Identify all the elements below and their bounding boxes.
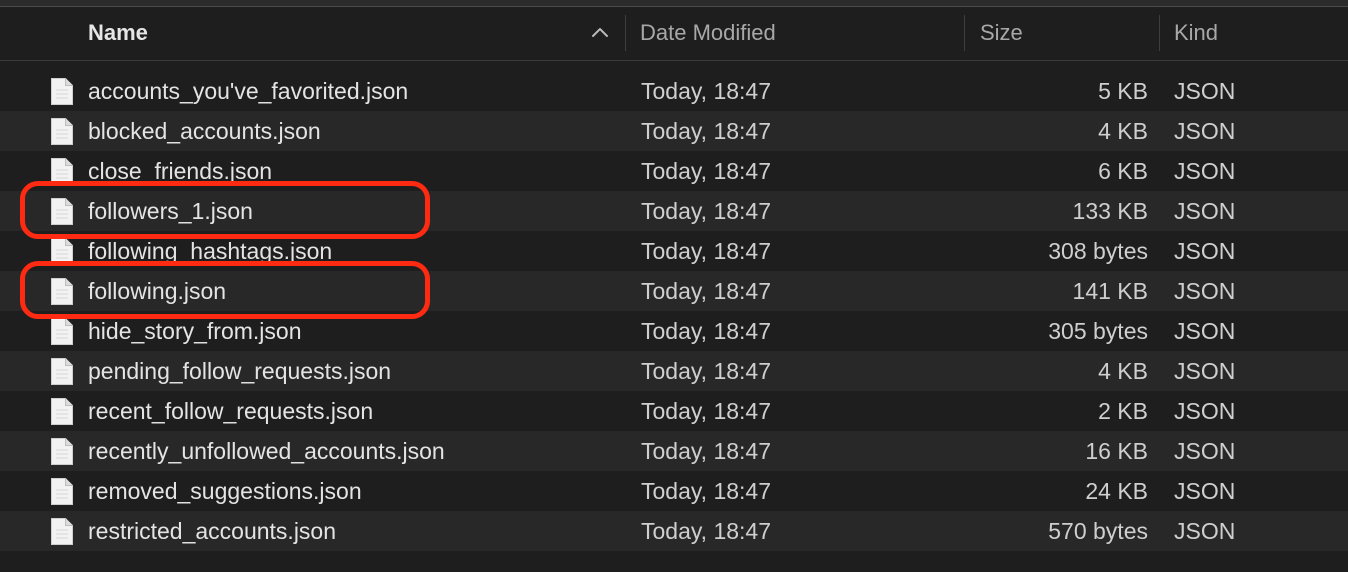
column-header-size[interactable]: Size	[980, 7, 1150, 60]
file-size: 16 KB	[1085, 438, 1148, 464]
column-divider[interactable]	[625, 15, 626, 51]
file-size: 5 KB	[1098, 78, 1148, 104]
file-date-modified: Today, 18:47	[641, 318, 772, 344]
column-header: Name Date Modified Size Kind	[0, 7, 1348, 61]
finder-window: Name Date Modified Size Kind accounts_yo…	[0, 0, 1348, 572]
file-date-modified: Today, 18:47	[641, 438, 772, 464]
file-name: hide_story_from.json	[88, 318, 302, 344]
file-row[interactable]: following_hashtags.json Today, 18:47 308 b…	[0, 231, 1348, 271]
file-name: restricted_accounts.json	[88, 518, 337, 544]
file-size: 2 KB	[1098, 398, 1148, 424]
toolbar-edge	[0, 0, 1348, 7]
file-kind: JSON	[1174, 238, 1236, 264]
document-icon	[51, 238, 73, 265]
file-row[interactable]: restricted_accounts.json Today, 18:47 570 …	[0, 511, 1348, 551]
document-icon	[51, 118, 73, 145]
file-row[interactable]: pending_follow_requests.json Today, 18:47…	[0, 351, 1348, 391]
file-size: 24 KB	[1085, 478, 1148, 504]
column-header-date-modified[interactable]: Date Modified	[640, 7, 960, 60]
file-row[interactable]: recent_follow_requests.json Today, 18:47 2…	[0, 391, 1348, 431]
file-name: pending_follow_requests.json	[88, 358, 392, 384]
file-row[interactable]: close_friends.json Today, 18:47 6 KB JSON	[0, 151, 1348, 191]
file-date-modified: Today, 18:47	[641, 158, 772, 184]
document-icon	[51, 438, 73, 465]
file-date-modified: Today, 18:47	[641, 398, 772, 424]
file-name: following_hashtags.json	[88, 238, 333, 264]
document-icon	[51, 78, 73, 105]
file-date-modified: Today, 18:47	[641, 78, 772, 104]
file-kind: JSON	[1174, 318, 1236, 344]
file-kind: JSON	[1174, 478, 1236, 504]
file-name: followers_1.json	[88, 198, 253, 224]
file-name: accounts_you've_favorited.json	[88, 78, 409, 104]
file-kind: JSON	[1174, 358, 1236, 384]
chevron-up-icon[interactable]	[590, 25, 610, 39]
file-name: blocked_accounts.json	[88, 118, 321, 144]
file-row[interactable]: blocked_accounts.json Today, 18:47 4 KB JSO…	[0, 111, 1348, 151]
file-kind: JSON	[1174, 278, 1236, 304]
document-icon	[51, 478, 73, 505]
file-row[interactable]: followers_1.json Today, 18:47 133 KB JSON	[0, 191, 1348, 231]
file-kind: JSON	[1174, 198, 1236, 224]
file-date-modified: Today, 18:47	[641, 238, 772, 264]
file-size: 141 KB	[1072, 278, 1148, 304]
file-kind: JSON	[1174, 438, 1236, 464]
file-kind: JSON	[1174, 158, 1236, 184]
document-icon	[51, 198, 73, 225]
file-kind: JSON	[1174, 398, 1236, 424]
file-date-modified: Today, 18:47	[641, 198, 772, 224]
file-row[interactable]: hide_story_from.json Today, 18:47 305 byte…	[0, 311, 1348, 351]
document-icon	[51, 518, 73, 545]
file-size: 4 KB	[1098, 358, 1148, 384]
document-icon	[51, 358, 73, 385]
document-icon	[51, 318, 73, 345]
file-size: 6 KB	[1098, 158, 1148, 184]
file-row[interactable]: following.json Today, 18:47 141 KB JSON	[0, 271, 1348, 311]
file-size: 570 bytes	[1048, 518, 1148, 544]
file-list: accounts_you've_favorited.json Today, 18:…	[0, 71, 1348, 551]
file-date-modified: Today, 18:47	[641, 518, 772, 544]
file-date-modified: Today, 18:47	[641, 278, 772, 304]
file-size: 133 KB	[1072, 198, 1148, 224]
file-date-modified: Today, 18:47	[641, 118, 772, 144]
file-date-modified: Today, 18:47	[641, 478, 772, 504]
file-name: recently_unfollowed_accounts.json	[88, 438, 445, 464]
file-size: 308 bytes	[1048, 238, 1148, 264]
file-name: removed_suggestions.json	[88, 478, 362, 504]
file-size: 4 KB	[1098, 118, 1148, 144]
column-divider[interactable]	[964, 15, 965, 51]
file-name: recent_follow_requests.json	[88, 398, 374, 424]
document-icon	[51, 158, 73, 185]
file-name: close_friends.json	[88, 158, 273, 184]
file-row[interactable]: recently_unfollowed_accounts.json Today, …	[0, 431, 1348, 471]
file-row[interactable]: accounts_you've_favorited.json Today, 18:…	[0, 71, 1348, 111]
file-kind: JSON	[1174, 518, 1236, 544]
file-kind: JSON	[1174, 118, 1236, 144]
file-name: following.json	[88, 278, 227, 304]
document-icon	[51, 278, 73, 305]
file-date-modified: Today, 18:47	[641, 358, 772, 384]
column-divider[interactable]	[1159, 15, 1160, 51]
column-header-kind[interactable]: Kind	[1174, 7, 1344, 60]
file-row[interactable]: removed_suggestions.json Today, 18:47 24 K…	[0, 471, 1348, 511]
document-icon	[51, 398, 73, 425]
file-kind: JSON	[1174, 78, 1236, 104]
file-size: 305 bytes	[1048, 318, 1148, 344]
column-header-name[interactable]: Name	[88, 7, 618, 60]
